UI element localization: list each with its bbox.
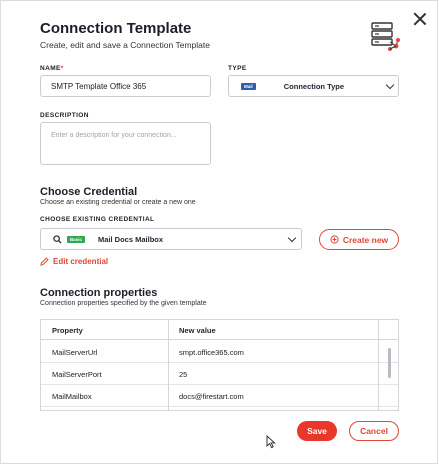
credential-section-subtitle: Choose an existing credential or create … <box>40 199 196 206</box>
table-header: Property New value <box>41 320 398 340</box>
mail-badge: Mail <box>241 82 256 90</box>
pencil-icon <box>40 257 49 266</box>
table-row: MailMailbox docs@firestart.com <box>41 385 398 407</box>
create-new-button[interactable]: Create new <box>319 229 399 250</box>
type-select-value: Connection Type <box>283 81 345 91</box>
table-row: MailServerPort 25 <box>41 363 398 385</box>
description-placeholder: Enter a description for your connection.… <box>51 132 177 139</box>
required-mark: * <box>60 65 64 72</box>
cancel-button[interactable]: Cancel <box>349 421 399 441</box>
chevron-down-icon <box>287 233 297 243</box>
property-name: MailServerUrl <box>52 347 98 357</box>
credential-section-title: Choose Credential <box>40 186 138 198</box>
property-name: MailServerPort <box>52 369 102 379</box>
chevron-down-icon <box>385 80 395 90</box>
column-divider <box>378 320 379 410</box>
type-select[interactable]: Mail Connection Type <box>228 75 399 97</box>
table-row: MailServerUrl smpt.office365.com <box>41 341 398 363</box>
search-icon <box>53 234 62 244</box>
property-value[interactable]: smpt.office365.com <box>179 341 244 363</box>
description-textarea[interactable]: Enter a description for your connection.… <box>40 122 211 165</box>
dialog-subtitle: Create, edit and save a Connection Templ… <box>40 40 210 50</box>
mouse-cursor-icon <box>266 435 276 449</box>
credential-select-value: Mail Docs Mailbox <box>98 234 164 244</box>
name-label-text: NAME <box>40 65 61 72</box>
edit-credential-label: Edit credential <box>53 257 109 266</box>
column-header-property: Property <box>52 325 83 335</box>
save-label: Save <box>307 426 327 436</box>
properties-table: Property New value MailServerUrl smpt.of… <box>40 319 399 411</box>
basic-badge: Basic <box>67 235 86 243</box>
table-scrollbar[interactable] <box>388 348 391 378</box>
name-input[interactable]: SMTP Template Office 365 <box>40 75 211 97</box>
name-input-value: SMTP Template Office 365 <box>51 81 147 91</box>
property-name: MailMailbox <box>52 391 92 401</box>
description-label: DESCRIPTION <box>40 112 89 119</box>
create-new-label: Create new <box>342 234 389 245</box>
close-icon[interactable] <box>411 10 429 28</box>
properties-section-title: Connection properties <box>40 287 158 299</box>
credential-select[interactable]: Basic Mail Docs Mailbox <box>40 228 302 250</box>
column-header-new-value: New value <box>179 325 216 335</box>
connection-template-dialog: Connection Template Create, edit and sav… <box>0 0 438 464</box>
cancel-label: Cancel <box>360 426 388 436</box>
save-button[interactable]: Save <box>297 421 337 441</box>
edit-credential-link[interactable]: Edit credential <box>40 257 108 266</box>
type-label: TYPE <box>228 65 247 72</box>
properties-section-subtitle: Connection properties specified by the g… <box>40 300 207 307</box>
plus-circle-icon <box>330 235 339 244</box>
column-divider <box>168 320 169 410</box>
server-network-icon <box>371 22 400 51</box>
property-value[interactable]: 25 <box>179 363 187 385</box>
name-label: NAME* <box>40 65 64 72</box>
existing-credential-label: CHOOSE EXISTING CREDENTIAL <box>40 216 155 223</box>
property-value[interactable]: docs@firestart.com <box>179 385 244 407</box>
dialog-title: Connection Template <box>40 20 192 37</box>
